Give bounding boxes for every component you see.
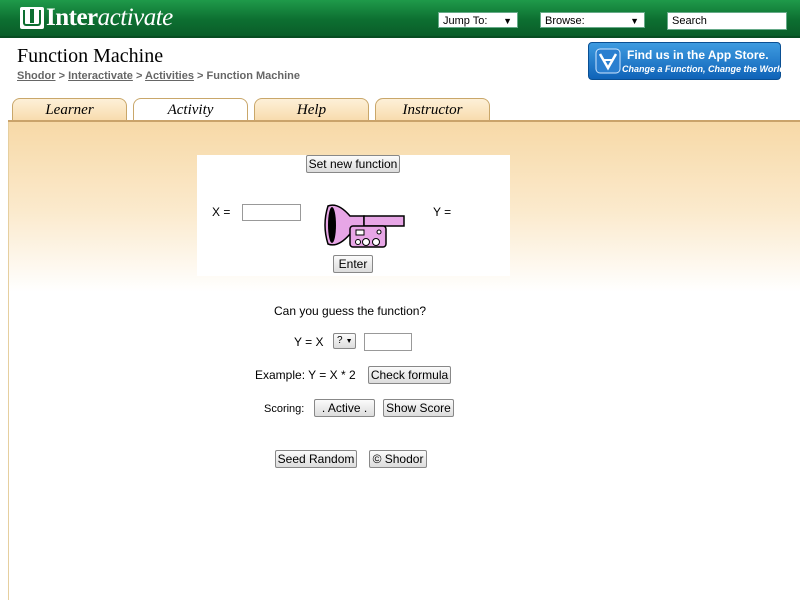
operator-value: ? — [337, 335, 343, 346]
app-store-icon — [595, 48, 621, 74]
app-store-line2: Change a Function, Change the World — [622, 64, 785, 74]
seed-random-button[interactable]: Seed Random — [275, 450, 357, 468]
operator-select[interactable]: ? ▼ — [333, 333, 356, 349]
breadcrumb-separator: > — [58, 70, 65, 82]
function-machine-icon — [324, 204, 405, 248]
formula-prefix: Y = X — [294, 335, 324, 349]
tab-learner[interactable]: Learner — [12, 98, 127, 120]
enter-button[interactable]: Enter — [333, 255, 373, 273]
jump-to-label: Jump To: — [443, 15, 488, 27]
tab-instructor[interactable]: Instructor — [375, 98, 490, 120]
tab-help[interactable]: Help — [254, 98, 369, 120]
y-label: Y = — [433, 205, 452, 219]
top-navigation-bar: Interactivate Jump To: ▼ Browse: ▼ Searc… — [0, 0, 800, 38]
interactivate-logo[interactable]: Interactivate — [20, 4, 173, 32]
scoring-label: Scoring: — [264, 403, 305, 415]
browse-label: Browse: — [545, 15, 585, 27]
scoring-toggle-button[interactable]: . Active . — [314, 399, 375, 417]
dropdown-arrow-icon: ▼ — [503, 16, 512, 26]
brand-bold: Inter — [46, 4, 98, 31]
copyright-button[interactable]: © Shodor — [369, 450, 427, 468]
breadcrumb-current: Function Machine — [206, 70, 301, 82]
breadcrumb-interactivate[interactable]: Interactivate — [68, 70, 133, 82]
breadcrumb: Shodor > Interactivate > Activities > Fu… — [17, 70, 300, 82]
example-text: Example: Y = X * 2 — [255, 368, 356, 382]
check-formula-button[interactable]: Check formula — [368, 366, 451, 384]
x-label: X = — [212, 205, 231, 219]
browse-select[interactable]: Browse: ▼ — [540, 12, 645, 28]
breadcrumb-separator: > — [135, 70, 143, 82]
x-input[interactable] — [242, 204, 301, 221]
dropdown-arrow-icon: ▼ — [345, 338, 353, 345]
operand-input[interactable] — [364, 333, 412, 351]
show-score-button[interactable]: Show Score — [383, 399, 454, 417]
app-store-line1: Find us in the App Store. — [627, 48, 769, 62]
search-input[interactable]: Search — [667, 12, 787, 30]
page-title: Function Machine — [17, 45, 164, 67]
book-icon — [20, 7, 44, 29]
set-new-function-button[interactable]: Set new function — [306, 155, 400, 173]
brand-italic: activate — [97, 4, 174, 31]
breadcrumb-activities[interactable]: Activities — [145, 70, 194, 82]
app-store-banner[interactable]: Find us in the App Store. Change a Funct… — [588, 42, 785, 80]
jump-to-select[interactable]: Jump To: ▼ — [438, 12, 518, 28]
guess-prompt: Can you guess the function? — [274, 304, 427, 318]
dropdown-arrow-icon: ▼ — [630, 16, 639, 26]
breadcrumb-shodor[interactable]: Shodor — [17, 70, 56, 82]
tab-activity[interactable]: Activity — [133, 98, 248, 122]
breadcrumb-separator: > — [197, 70, 204, 82]
